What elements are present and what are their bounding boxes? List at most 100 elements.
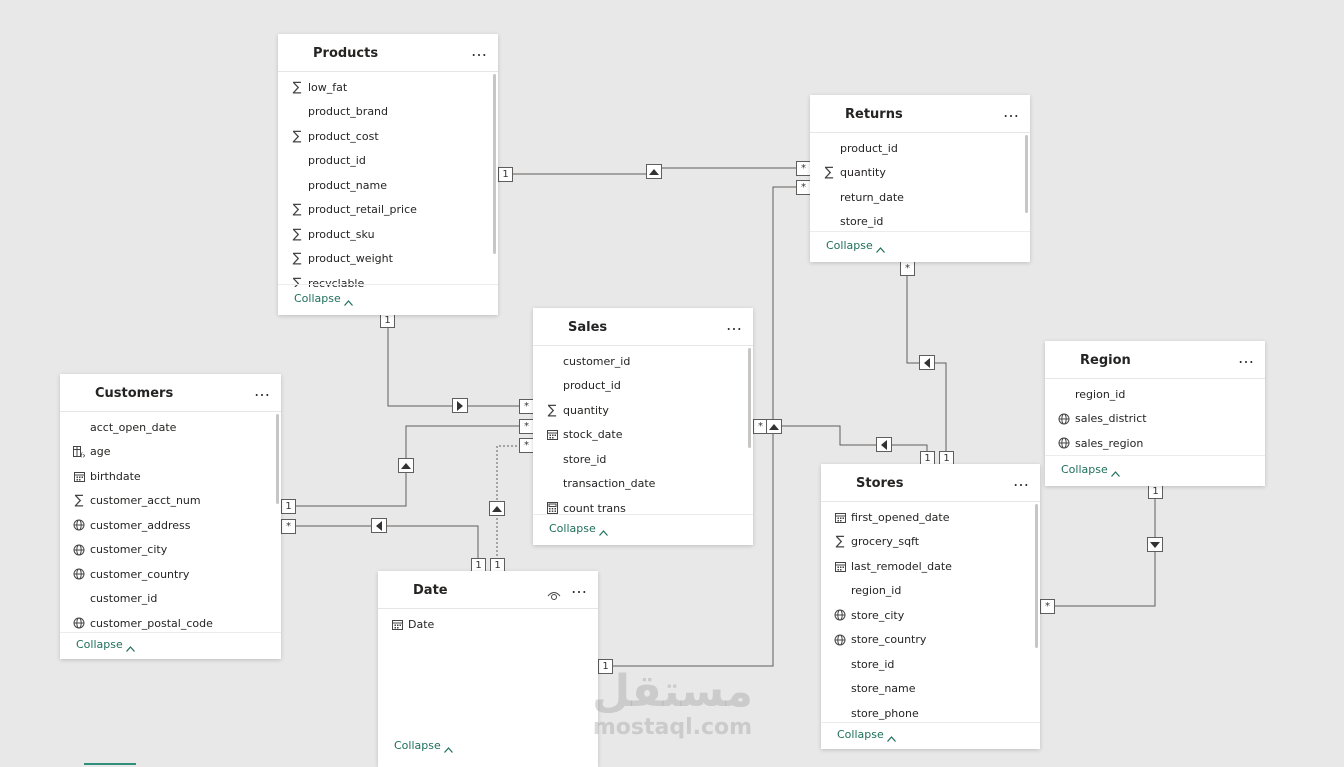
table-header[interactable]: Returns… bbox=[810, 97, 1030, 133]
field-row[interactable]: store_name bbox=[821, 677, 1040, 702]
table-header[interactable]: Region… bbox=[1045, 343, 1265, 379]
scrollbar[interactable] bbox=[276, 414, 279, 504]
field-row[interactable]: product_brand bbox=[278, 100, 498, 125]
field-row[interactable]: transaction_date bbox=[533, 472, 753, 497]
field-row[interactable]: customer_country bbox=[60, 562, 281, 587]
filter-direction-left-icon[interactable] bbox=[876, 437, 892, 452]
field-row[interactable]: customer_address bbox=[60, 513, 281, 538]
field-row[interactable]: ∑ product_sku bbox=[278, 222, 498, 247]
filter-direction-left-icon[interactable] bbox=[371, 518, 387, 533]
filter-direction-up-icon[interactable] bbox=[766, 419, 782, 434]
table-card-date[interactable]: Date … Date Collapse bbox=[378, 571, 598, 767]
field-row[interactable]: product_id bbox=[810, 136, 1030, 161]
collapse-button[interactable]: Collapse bbox=[837, 728, 896, 742]
field-row[interactable]: ∑ product_cost bbox=[278, 124, 498, 149]
field-row[interactable]: store_id bbox=[821, 652, 1040, 677]
chevron-up-icon bbox=[443, 743, 453, 753]
more-options-icon[interactable]: … bbox=[1003, 103, 1020, 120]
more-options-icon[interactable]: … bbox=[1013, 472, 1030, 489]
field-row[interactable]: customer_id bbox=[533, 349, 753, 374]
collapse-button[interactable]: Collapse bbox=[826, 239, 885, 253]
blank-icon bbox=[833, 584, 847, 598]
field-list[interactable]: ∑ low_fat product_brand ∑ product_cost produc… bbox=[278, 72, 498, 287]
field-row[interactable]: ∑ grocery_sqft bbox=[821, 530, 1040, 555]
sigma-icon: ∑ bbox=[835, 534, 845, 550]
table-header[interactable]: Date… bbox=[378, 573, 598, 609]
table-header[interactable]: Stores… bbox=[821, 466, 1040, 502]
visibility-eye-icon[interactable] bbox=[547, 586, 561, 600]
field-row[interactable]: Date bbox=[378, 612, 598, 636]
table-card-region[interactable]: Region … region_id sales_district sales_regi… bbox=[1045, 341, 1265, 486]
more-options-icon[interactable]: … bbox=[726, 316, 743, 333]
more-options-icon[interactable]: … bbox=[571, 579, 588, 596]
field-list[interactable]: acct_open_date fx age birthdate ∑ customer_ac… bbox=[60, 412, 281, 635]
field-row[interactable]: acct_open_date bbox=[60, 415, 281, 440]
table-header[interactable]: Products… bbox=[278, 36, 498, 72]
field-list[interactable]: product_id ∑ quantity return_date store_id bbox=[810, 133, 1030, 234]
more-options-icon[interactable]: … bbox=[471, 42, 488, 59]
field-row[interactable]: ∑ low_fat bbox=[278, 75, 498, 100]
collapse-button[interactable]: Collapse bbox=[76, 638, 135, 652]
filter-direction-up-icon[interactable] bbox=[398, 458, 414, 473]
field-row[interactable]: last_remodel_date bbox=[821, 554, 1040, 579]
field-row[interactable]: product_name bbox=[278, 173, 498, 198]
table-card-stores[interactable]: Stores … first_opened_date ∑ grocery_sqft las… bbox=[821, 464, 1040, 749]
field-row[interactable]: region_id bbox=[1045, 382, 1265, 407]
field-row[interactable]: store_id bbox=[533, 447, 753, 472]
field-row[interactable]: customer_city bbox=[60, 538, 281, 563]
field-row[interactable]: store_city bbox=[821, 603, 1040, 628]
scrollbar[interactable] bbox=[1035, 504, 1038, 648]
filter-direction-right-icon[interactable] bbox=[452, 398, 468, 413]
table-card-returns[interactable]: Returns … product_id ∑ quantity return_date st… bbox=[810, 95, 1030, 262]
calendar-icon bbox=[833, 559, 847, 573]
field-list[interactable]: first_opened_date ∑ grocery_sqft last_remod… bbox=[821, 502, 1040, 725]
collapse-button[interactable]: Collapse bbox=[549, 522, 608, 536]
field-row[interactable]: ∑ customer_acct_num bbox=[60, 489, 281, 514]
field-row[interactable]: product_id bbox=[278, 149, 498, 174]
calendar-icon bbox=[545, 428, 559, 442]
collapse-button[interactable]: Collapse bbox=[1061, 463, 1120, 477]
field-row[interactable]: stock_date bbox=[533, 423, 753, 448]
header-actions: … bbox=[726, 316, 743, 333]
table-header[interactable]: Customers… bbox=[60, 376, 281, 412]
globe-icon bbox=[72, 567, 86, 581]
field-row[interactable]: ∑ product_weight bbox=[278, 247, 498, 272]
more-options-icon[interactable]: … bbox=[254, 382, 271, 399]
table-card-products[interactable]: Products … ∑ low_fat product_brand ∑ product_c… bbox=[278, 34, 498, 315]
collapse-button[interactable]: Collapse bbox=[394, 739, 453, 753]
field-list[interactable]: Date bbox=[378, 609, 598, 636]
collapse-button[interactable]: Collapse bbox=[294, 292, 353, 306]
field-list[interactable]: region_id sales_district sales_region bbox=[1045, 379, 1265, 458]
cardinality-one: 1 bbox=[498, 167, 513, 182]
field-row[interactable]: fx age bbox=[60, 440, 281, 465]
more-options-icon[interactable]: … bbox=[1238, 349, 1255, 366]
blank-icon bbox=[545, 452, 559, 466]
scrollbar[interactable] bbox=[1025, 135, 1028, 213]
filter-direction-down-icon[interactable] bbox=[1147, 537, 1163, 552]
table-card-customers[interactable]: Customers … acct_open_date fx age birthdate ∑ c… bbox=[60, 374, 281, 659]
scrollbar[interactable] bbox=[493, 74, 496, 254]
field-name: product_sku bbox=[308, 227, 375, 241]
field-row[interactable]: product_id bbox=[533, 374, 753, 399]
field-row[interactable]: sales_district bbox=[1045, 407, 1265, 432]
field-row[interactable]: ∑ quantity bbox=[810, 161, 1030, 186]
field-row[interactable]: birthdate bbox=[60, 464, 281, 489]
table-header[interactable]: Sales… bbox=[533, 310, 753, 346]
field-row[interactable]: first_opened_date bbox=[821, 505, 1040, 530]
field-row[interactable]: ∑ quantity bbox=[533, 398, 753, 423]
field-name: count trans bbox=[563, 501, 626, 515]
field-row[interactable]: store_country bbox=[821, 628, 1040, 653]
filter-direction-up-icon[interactable] bbox=[489, 501, 505, 516]
filter-direction-up-icon[interactable] bbox=[646, 164, 662, 179]
table-card-sales[interactable]: Sales … customer_id product_id ∑ quantity stoc… bbox=[533, 308, 753, 545]
scrollbar[interactable] bbox=[748, 348, 751, 448]
field-row[interactable]: region_id bbox=[821, 579, 1040, 604]
field-name: product_name bbox=[308, 178, 388, 192]
field-row[interactable]: ∑ product_retail_price bbox=[278, 198, 498, 223]
filter-direction-left-icon[interactable] bbox=[919, 355, 935, 370]
field-name: sales_region bbox=[1075, 436, 1144, 450]
field-row[interactable]: customer_id bbox=[60, 587, 281, 612]
field-row[interactable]: sales_region bbox=[1045, 431, 1265, 456]
field-list[interactable]: customer_id product_id ∑ quantity stock_date… bbox=[533, 346, 753, 517]
field-row[interactable]: return_date bbox=[810, 185, 1030, 210]
